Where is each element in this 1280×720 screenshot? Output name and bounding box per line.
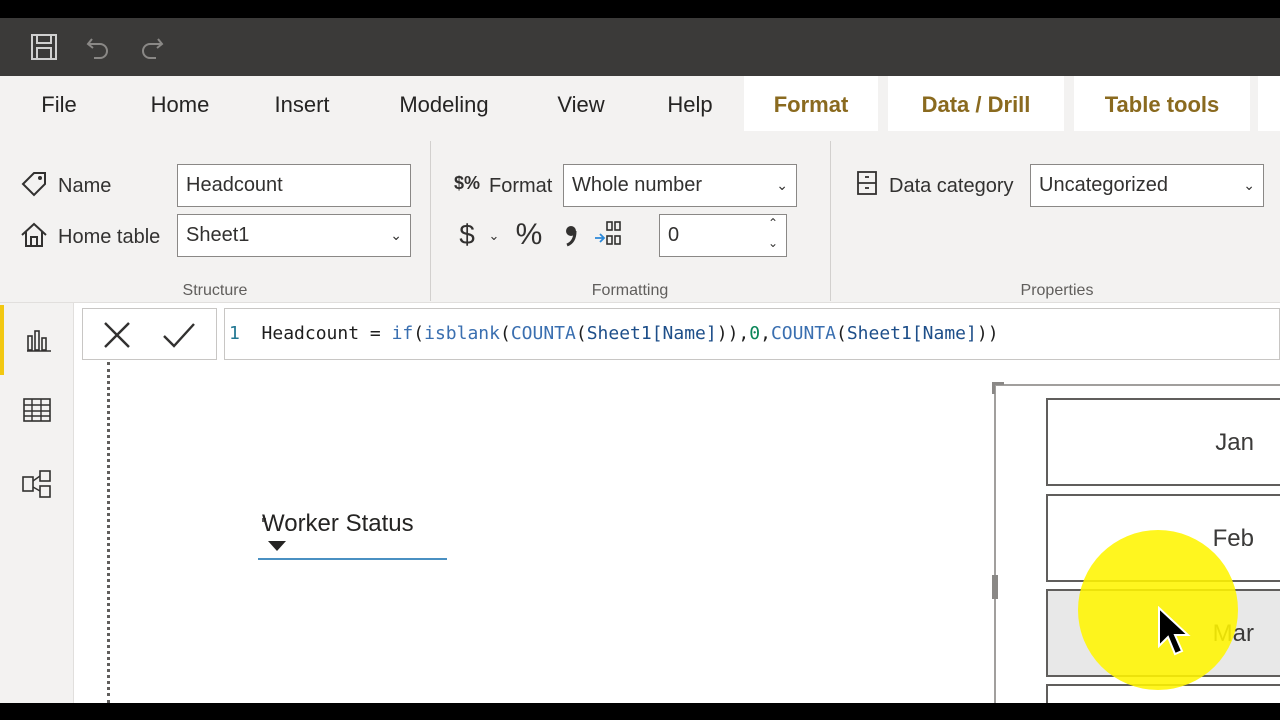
decimal-places-value: 0 bbox=[668, 224, 680, 246]
data-view-button[interactable] bbox=[0, 375, 74, 445]
formula-token: Headcount = bbox=[261, 323, 392, 344]
data-category-icon bbox=[852, 167, 882, 199]
formula-token: isblank bbox=[424, 323, 500, 344]
divider bbox=[430, 141, 431, 301]
currency-button[interactable]: $ bbox=[452, 219, 482, 251]
format-dollar-percent-icon: $% bbox=[453, 172, 480, 193]
save-button[interactable] bbox=[24, 18, 64, 76]
undo-icon bbox=[86, 38, 108, 59]
home-table-value: Sheet1 bbox=[186, 224, 250, 246]
report-view-button[interactable] bbox=[0, 305, 74, 375]
view-switcher-rail bbox=[0, 303, 74, 703]
name-input[interactable]: Headcount bbox=[177, 164, 411, 207]
chevron-down-icon: ⌄ bbox=[390, 227, 402, 243]
formula-bar: 1 Headcount = if(isblank(COUNTA(Sheet1[N… bbox=[82, 308, 1280, 360]
tab-table-tools[interactable]: Table tools bbox=[1074, 76, 1250, 131]
tab-view[interactable]: View bbox=[540, 76, 622, 131]
redo-button[interactable] bbox=[132, 18, 172, 76]
visual-resize-corner[interactable] bbox=[992, 382, 1004, 394]
title-bar bbox=[0, 18, 1280, 76]
formatting-group-label: Formatting bbox=[591, 282, 669, 299]
formula-token: 0 bbox=[749, 323, 761, 344]
properties-group-label: Properties bbox=[1020, 282, 1094, 299]
ribbon-tab-bar: File Home Insert Modeling View Help Form… bbox=[0, 76, 1280, 131]
formula-buttons bbox=[82, 308, 217, 360]
page-boundary-dotted-line bbox=[107, 362, 110, 703]
slicer-dropdown-underline[interactable] bbox=[258, 558, 447, 560]
worker-status-slicer-title: Worker Status bbox=[262, 510, 414, 537]
tab-insert[interactable]: Insert bbox=[256, 76, 348, 131]
mouse-pointer-icon bbox=[1157, 605, 1193, 663]
formula-token: COUNTA bbox=[770, 323, 836, 344]
data-category-dropdown[interactable]: Uncategorized ⌄ bbox=[1030, 164, 1264, 207]
tab-help[interactable]: Help bbox=[652, 76, 728, 131]
formula-token: ( bbox=[835, 323, 847, 344]
cancel-button[interactable] bbox=[101, 319, 133, 351]
format-value: Whole number bbox=[572, 174, 703, 196]
model-icon bbox=[22, 470, 51, 498]
line-number: 1 bbox=[229, 323, 240, 344]
tab-data-drill[interactable]: Data / Drill bbox=[888, 76, 1064, 131]
structure-group-label: Structure bbox=[182, 282, 248, 299]
bar-chart-icon bbox=[27, 330, 51, 352]
checkmark-icon bbox=[163, 323, 195, 348]
formula-token: ( bbox=[413, 323, 425, 344]
comma-style-button[interactable] bbox=[558, 219, 584, 251]
home-table-label: Home table bbox=[58, 226, 161, 248]
table-icon bbox=[23, 398, 51, 422]
decimal-places-button[interactable] bbox=[592, 217, 624, 251]
name-label: Name bbox=[58, 175, 112, 197]
undo-button[interactable] bbox=[78, 18, 118, 76]
bottom-edge bbox=[0, 703, 1280, 720]
formula-editor[interactable]: 1 Headcount = if(isblank(COUNTA(Sheet1[N… bbox=[224, 308, 1280, 360]
formula-token: ( bbox=[575, 323, 587, 344]
ribbon-body: Name Headcount Home table Sheet1 ⌄ Struc… bbox=[0, 131, 1280, 303]
format-dropdown[interactable]: Whole number ⌄ bbox=[563, 164, 797, 207]
month-tile-jan[interactable]: Jan bbox=[1046, 398, 1280, 486]
commit-button[interactable] bbox=[161, 319, 197, 351]
format-label: Format bbox=[489, 175, 553, 197]
tag-icon bbox=[18, 167, 50, 199]
tab-home[interactable]: Home bbox=[130, 76, 230, 131]
formula-token: if bbox=[391, 323, 414, 344]
save-icon bbox=[31, 34, 57, 60]
decimal-places-input[interactable]: 0 ⌃ ⌄ bbox=[659, 214, 787, 257]
chevron-down-icon: ⌄ bbox=[776, 177, 788, 193]
comma-icon bbox=[566, 226, 577, 247]
divider bbox=[830, 141, 831, 301]
formula-token: )) bbox=[976, 323, 999, 344]
currency-chevron-icon[interactable]: ⌄ bbox=[485, 225, 503, 247]
redo-icon bbox=[142, 38, 164, 59]
caret-down-icon[interactable] bbox=[268, 541, 286, 551]
percent-button[interactable]: % bbox=[512, 218, 546, 251]
dax-formula-text: Headcount = if(isblank(COUNTA(Sheet1[Nam… bbox=[262, 323, 999, 344]
tab-overflow[interactable] bbox=[1258, 76, 1280, 131]
decrease-decimal-icon bbox=[595, 221, 621, 245]
chevron-down-icon: ⌄ bbox=[1243, 177, 1255, 193]
home-table-dropdown[interactable]: Sheet1 ⌄ bbox=[177, 214, 411, 257]
formula-token: Sheet1[Name] bbox=[846, 323, 977, 344]
formula-token: )), bbox=[716, 323, 750, 344]
data-category-label: Data category bbox=[889, 175, 1014, 197]
formula-token: , bbox=[760, 323, 771, 344]
tab-modeling[interactable]: Modeling bbox=[380, 76, 508, 131]
data-category-value: Uncategorized bbox=[1039, 174, 1168, 196]
formula-token: ( bbox=[499, 323, 511, 344]
tab-format[interactable]: Format bbox=[744, 76, 878, 131]
formula-token: Sheet1[Name] bbox=[586, 323, 717, 344]
home-icon bbox=[18, 219, 50, 251]
visual-resize-handle[interactable] bbox=[992, 575, 998, 599]
formula-token: COUNTA bbox=[510, 323, 576, 344]
close-icon bbox=[104, 322, 130, 348]
tab-file[interactable]: File bbox=[22, 76, 96, 131]
spinner-down-icon[interactable]: ⌄ bbox=[768, 223, 778, 256]
model-view-button[interactable] bbox=[0, 449, 74, 519]
